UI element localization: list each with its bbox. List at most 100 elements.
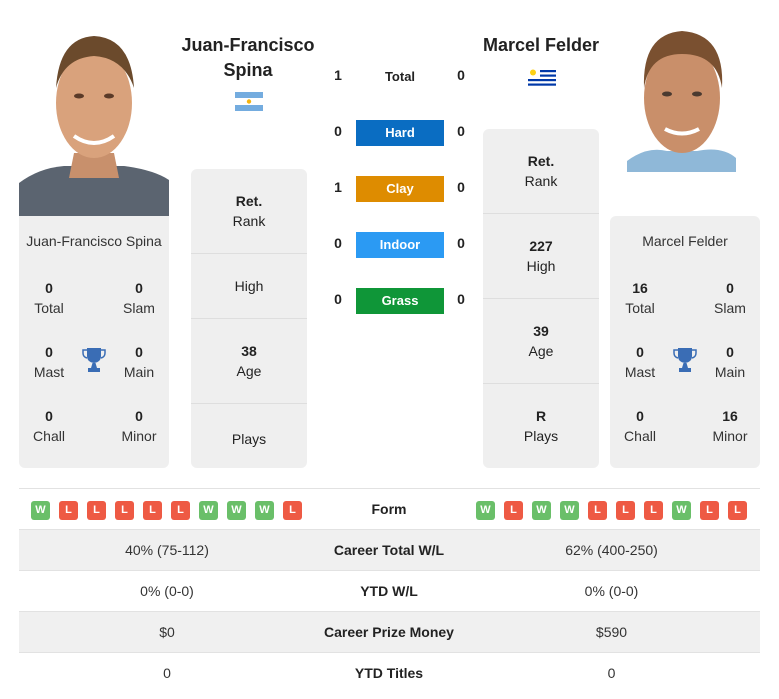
rank-label: Rank bbox=[524, 173, 558, 189]
form-badge-loss[interactable]: L bbox=[143, 501, 162, 520]
titles-minor-value: 0 bbox=[135, 408, 143, 424]
argentina-flag-icon bbox=[235, 92, 263, 111]
plays-value: R bbox=[535, 408, 547, 424]
prize-money-label: Career Prize Money bbox=[324, 624, 454, 640]
form-badge-loss[interactable]: L bbox=[588, 501, 607, 520]
h2h-total-left: 1 bbox=[334, 67, 342, 83]
titles-slam-value: 0 bbox=[135, 280, 143, 296]
player-left-name[interactable]: Juan-Francisco Spina bbox=[175, 33, 321, 83]
titles-mast-label: Mast bbox=[33, 364, 65, 380]
h2h-grass-right: 0 bbox=[457, 291, 465, 307]
h2h-indoor-left: 0 bbox=[334, 235, 342, 251]
surface-clay-button[interactable]: Clay bbox=[356, 176, 444, 202]
rank-value: Ret. bbox=[527, 153, 555, 169]
form-badge-win[interactable]: W bbox=[31, 501, 50, 520]
age-value: 38 bbox=[241, 343, 257, 359]
form-badge-loss[interactable]: L bbox=[616, 501, 635, 520]
titles-slam: 0 Slam bbox=[109, 278, 169, 318]
trophy-icon bbox=[82, 347, 106, 373]
form-badge-loss[interactable]: L bbox=[59, 501, 78, 520]
titles-main-value: 0 bbox=[726, 344, 734, 360]
table-row: 0 YTD Titles 0 bbox=[19, 652, 760, 693]
form-badge-loss[interactable]: L bbox=[644, 501, 663, 520]
titles-mast-label: Mast bbox=[624, 364, 656, 380]
titles-chall-label: Chall bbox=[33, 428, 65, 444]
plays-cell: Plays bbox=[191, 404, 307, 468]
titles-total: 16 Total bbox=[610, 278, 670, 318]
age-cell: 38 Age bbox=[191, 319, 307, 404]
ytd-titles-right: 0 bbox=[607, 665, 616, 681]
high-cell: 227 High bbox=[483, 214, 599, 299]
titles-total-label: Total bbox=[625, 300, 655, 316]
plays-cell: R Plays bbox=[483, 384, 599, 468]
form-badge-win[interactable]: W bbox=[227, 501, 246, 520]
form-badge-loss[interactable]: L bbox=[728, 501, 747, 520]
career-wl-label: Career Total W/L bbox=[333, 542, 445, 558]
surface-indoor-button[interactable]: Indoor bbox=[356, 232, 444, 258]
surface-hard-button[interactable]: Hard bbox=[356, 120, 444, 146]
player-left-card-name: Juan-Francisco Spina bbox=[26, 233, 162, 249]
player-right-rank-column: Ret. Rank 227 High 39 Age R Plays bbox=[483, 129, 599, 468]
h2h-indoor-right: 0 bbox=[457, 235, 465, 251]
table-row: 0% (0-0) YTD W/L 0% (0-0) bbox=[19, 570, 760, 611]
plays-label: Plays bbox=[231, 431, 267, 447]
titles-main-label: Main bbox=[714, 364, 746, 380]
form-badge-win[interactable]: W bbox=[476, 501, 495, 520]
player-left-titles-card: Juan-Francisco Spina 0 Total 0 Slam 0 Ma… bbox=[19, 216, 169, 468]
titles-slam-value: 0 bbox=[726, 280, 734, 296]
titles-main-value: 0 bbox=[135, 344, 143, 360]
player-left-photo bbox=[19, 18, 169, 216]
surface-grass-button[interactable]: Grass bbox=[356, 288, 444, 314]
titles-mast-value: 0 bbox=[636, 344, 644, 360]
player-left-name-line1: Juan-Francisco bbox=[181, 35, 315, 55]
form-badge-loss[interactable]: L bbox=[504, 501, 523, 520]
high-value: 227 bbox=[529, 238, 553, 254]
player-left-name-line2: Spina bbox=[223, 60, 273, 80]
player-left-form: WLLLLLWWWL bbox=[31, 501, 302, 520]
form-badge-win[interactable]: W bbox=[199, 501, 218, 520]
titles-total-value: 0 bbox=[45, 280, 53, 296]
high-label: High bbox=[526, 258, 556, 274]
high-cell: High bbox=[191, 254, 307, 319]
prize-money-right: $590 bbox=[595, 624, 628, 640]
player-right-name[interactable]: Marcel Felder bbox=[470, 33, 612, 58]
h2h-clay-right: 0 bbox=[457, 179, 465, 195]
age-value: 39 bbox=[533, 323, 549, 339]
form-badge-win[interactable]: W bbox=[672, 501, 691, 520]
player-left-rank-column: Ret. Rank High 38 Age Plays bbox=[191, 169, 307, 468]
titles-minor-label: Minor bbox=[712, 428, 748, 444]
ytd-wl-right: 0% (0-0) bbox=[584, 583, 639, 599]
uruguay-flag-icon bbox=[528, 68, 556, 87]
career-wl-left: 40% (75-112) bbox=[125, 542, 209, 558]
h2h-grass-left: 0 bbox=[334, 291, 342, 307]
titles-total-value: 16 bbox=[632, 280, 648, 296]
form-badge-loss[interactable]: L bbox=[115, 501, 134, 520]
rank-value: Ret. bbox=[235, 193, 263, 209]
titles-minor: 0 Minor bbox=[109, 406, 169, 446]
player-right-photo bbox=[627, 26, 736, 172]
titles-chall: 0 Chall bbox=[19, 406, 79, 446]
form-badge-win[interactable]: W bbox=[255, 501, 274, 520]
high-label: High bbox=[234, 278, 264, 294]
rank-cell: Ret. Rank bbox=[483, 129, 599, 214]
form-badge-loss[interactable]: L bbox=[700, 501, 719, 520]
titles-minor: 16 Minor bbox=[700, 406, 760, 446]
career-wl-right: 62% (400-250) bbox=[565, 542, 658, 558]
form-badge-loss[interactable]: L bbox=[283, 501, 302, 520]
titles-mast-value: 0 bbox=[45, 344, 53, 360]
titles-slam: 0 Slam bbox=[700, 278, 760, 318]
titles-total-label: Total bbox=[34, 300, 64, 316]
form-badge-win[interactable]: W bbox=[560, 501, 579, 520]
titles-chall-value: 0 bbox=[45, 408, 53, 424]
titles-main: 0 Main bbox=[109, 342, 169, 382]
form-badge-win[interactable]: W bbox=[532, 501, 551, 520]
player-right-form: WLWWLLLWLL bbox=[476, 501, 747, 520]
titles-main-label: Main bbox=[123, 364, 155, 380]
h2h-hard-right: 0 bbox=[457, 123, 465, 139]
player-right-card-name: Marcel Felder bbox=[642, 233, 728, 249]
form-badge-loss[interactable]: L bbox=[87, 501, 106, 520]
age-cell: 39 Age bbox=[483, 299, 599, 384]
titles-mast: 0 Mast bbox=[610, 342, 670, 382]
titles-minor-label: Minor bbox=[121, 428, 157, 444]
form-badge-loss[interactable]: L bbox=[171, 501, 190, 520]
